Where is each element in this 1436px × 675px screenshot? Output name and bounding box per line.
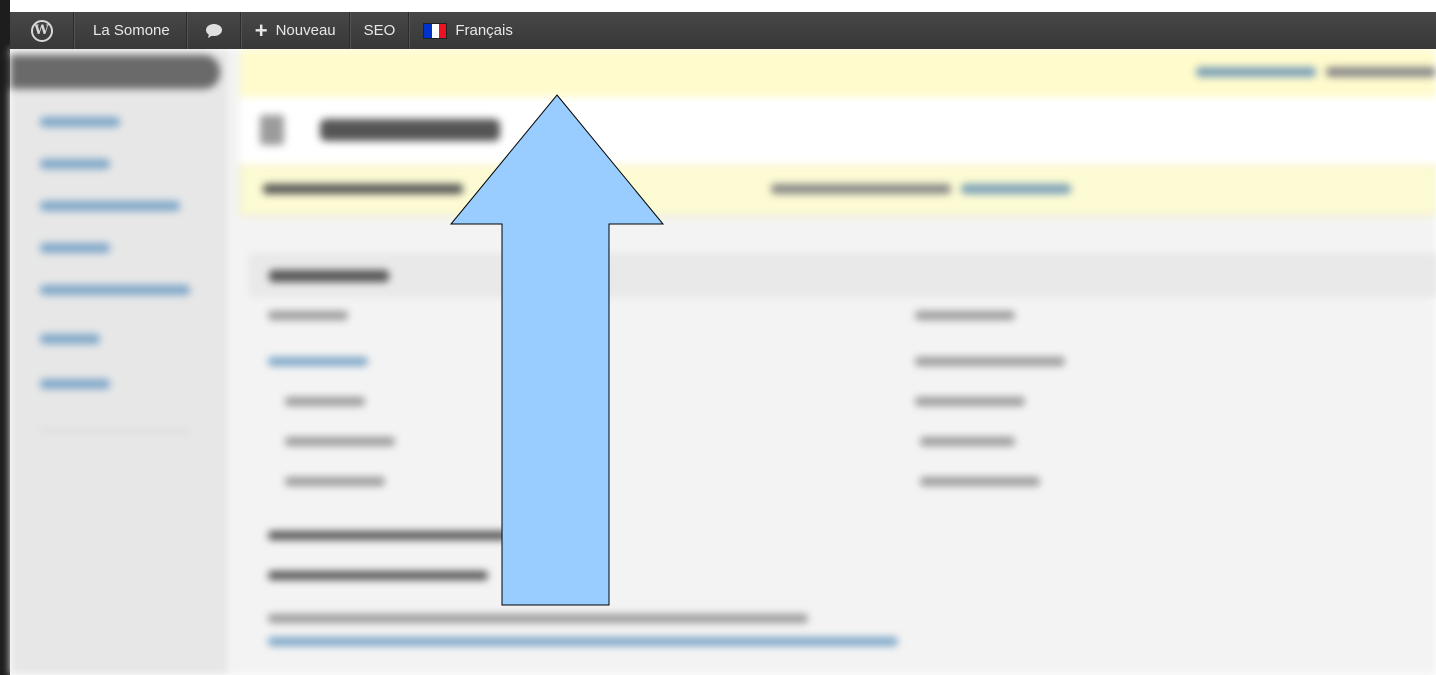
seo-label: SEO	[363, 22, 396, 39]
right-now-box-header	[250, 254, 1436, 296]
admin-sidebar	[10, 49, 226, 675]
content-row	[285, 477, 385, 486]
new-content-label: Nouveau	[275, 22, 336, 39]
update-notice	[240, 49, 1436, 98]
content-heading	[268, 531, 508, 540]
sidebar-item	[40, 243, 110, 253]
sidebar-item	[40, 334, 100, 344]
language-label: Français	[455, 22, 513, 39]
notice-link	[961, 184, 1071, 194]
content-paragraph	[268, 637, 898, 646]
content-row	[285, 437, 395, 446]
wordpress-menu[interactable]: W	[10, 12, 74, 49]
sidebar-item	[40, 379, 110, 389]
speech-bubble-icon	[205, 23, 222, 38]
seo-menu[interactable]: SEO	[349, 12, 410, 49]
notice-text	[1326, 67, 1436, 77]
content-link	[268, 357, 368, 366]
dashboard-icon	[260, 115, 284, 145]
maintenance-notice	[240, 165, 1436, 215]
screenshot-frame: W La Somone + Nouveau SEO Français	[0, 0, 1436, 675]
site-name-link[interactable]: La Somone	[74, 12, 187, 49]
comments-link[interactable]	[186, 12, 241, 49]
content-row	[920, 437, 1015, 446]
column-label	[915, 311, 1015, 320]
sidebar-dashboard-item	[10, 55, 220, 89]
sidebar-separator	[40, 430, 190, 432]
sidebar-item	[40, 201, 180, 211]
sidebar-item	[40, 159, 110, 169]
box-title	[269, 270, 389, 282]
content-row	[915, 357, 1065, 366]
notice-text	[263, 184, 463, 194]
window-left-edge	[0, 0, 10, 675]
page-title	[320, 119, 500, 141]
admin-bar: W La Somone + Nouveau SEO Français	[10, 12, 1436, 49]
plus-icon: +	[254, 17, 268, 43]
sidebar-item	[40, 117, 120, 127]
content-row	[920, 477, 1040, 486]
new-content-menu[interactable]: + Nouveau	[240, 12, 350, 49]
language-switcher[interactable]: Français	[409, 12, 526, 49]
content-heading	[268, 571, 488, 580]
notice-text	[771, 184, 951, 194]
blurred-dashboard	[10, 49, 1436, 675]
content-row	[915, 397, 1025, 406]
sidebar-item	[40, 285, 190, 295]
wordpress-logo-icon: W	[30, 19, 53, 42]
content-paragraph	[268, 614, 808, 623]
french-flag-icon	[423, 22, 448, 39]
notice-link	[1196, 67, 1316, 77]
column-label	[268, 311, 348, 320]
site-name-label: La Somone	[93, 22, 170, 39]
content-row	[285, 397, 365, 406]
